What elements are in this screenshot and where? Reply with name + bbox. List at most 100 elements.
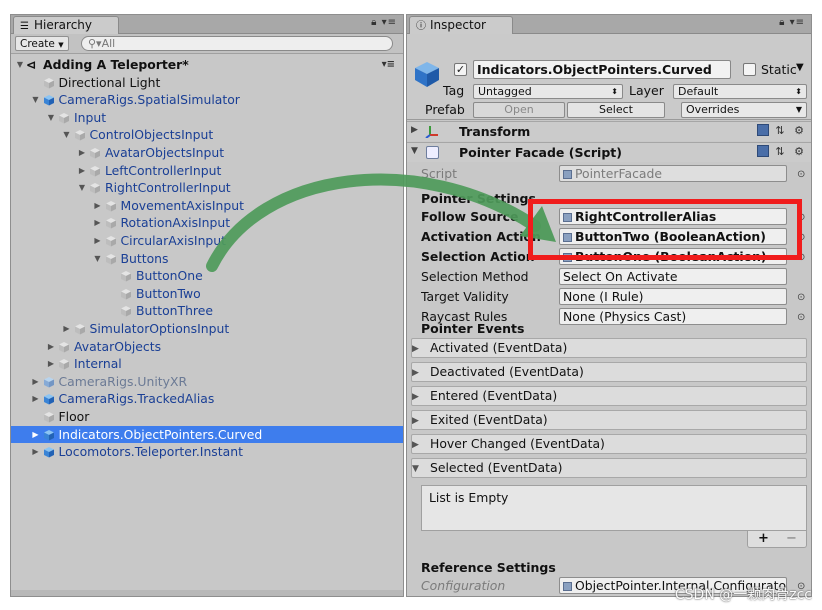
- gameobject-cube-icon: [105, 253, 116, 265]
- horizontal-scrollbar[interactable]: [11, 590, 403, 596]
- property-field[interactable]: Select On Activate: [559, 268, 787, 285]
- remove-button[interactable]: −: [786, 531, 797, 546]
- expanded-arrow-icon[interactable]: ▼: [31, 91, 41, 109]
- hierarchy-item[interactable]: ▶ CameraRigs.TrackedAlias: [11, 390, 403, 408]
- hierarchy-tab[interactable]: ☰ Hierarchy: [13, 16, 120, 34]
- prefab-open-button[interactable]: Open: [473, 102, 565, 118]
- object-picker-icon[interactable]: ⊙: [797, 309, 805, 327]
- expanded-arrow-icon[interactable]: ▼: [412, 460, 419, 478]
- presets-icon[interactable]: ⇅: [775, 124, 787, 137]
- hierarchy-item[interactable]: ▶ Internal: [11, 355, 403, 373]
- hierarchy-item[interactable]: ▼ CameraRigs.SpatialSimulator: [11, 91, 403, 109]
- collapsed-arrow-icon[interactable]: ▶: [62, 320, 72, 338]
- event-foldout[interactable]: ▶ Activated (EventData): [411, 338, 807, 358]
- collapsed-arrow-icon[interactable]: ▶: [31, 390, 41, 408]
- hierarchy-item[interactable]: ▶ LeftControllerInput: [11, 162, 403, 180]
- help-book-icon[interactable]: [756, 124, 769, 136]
- expanded-arrow-icon[interactable]: ▼: [62, 126, 72, 144]
- add-button[interactable]: +: [758, 531, 769, 546]
- hierarchy-item[interactable]: ▶ CircularAxisInput: [11, 232, 403, 250]
- hierarchy-item[interactable]: ▶ Indicators.ObjectPointers.Curved: [11, 425, 403, 444]
- object-picker-icon[interactable]: ⊙: [797, 166, 805, 184]
- expanded-arrow-icon[interactable]: ▼: [46, 109, 56, 127]
- object-name-field[interactable]: Indicators.ObjectPointers.Curved: [473, 60, 731, 79]
- hierarchy-item[interactable]: ▶ SimulatorOptionsInput: [11, 320, 403, 338]
- hierarchy-item-label: RotationAxisInput: [120, 215, 231, 231]
- prefab-select-button[interactable]: Select: [567, 102, 665, 118]
- hierarchy-item[interactable]: ▶ AvatarObjectsInput: [11, 144, 403, 162]
- hierarchy-item[interactable]: ▶ RotationAxisInput: [11, 214, 403, 232]
- hierarchy-item[interactable]: ▼ Input: [11, 109, 403, 127]
- hierarchy-item[interactable]: ButtonTwo: [11, 285, 403, 303]
- search-input[interactable]: ⚲▾All: [81, 36, 393, 51]
- collapsed-arrow-icon[interactable]: ▶: [77, 144, 87, 162]
- gameobject-cube-icon: [59, 341, 69, 353]
- collapsed-arrow-icon[interactable]: ▶: [31, 373, 41, 391]
- create-button[interactable]: Create ▼: [15, 36, 69, 51]
- expand-arrow-icon[interactable]: ▼: [411, 146, 418, 156]
- hierarchy-item[interactable]: ButtonThree: [11, 302, 403, 320]
- hierarchy-item[interactable]: ▼ ControlObjectsInput: [11, 126, 403, 144]
- collapsed-arrow-icon[interactable]: ▶: [412, 388, 419, 406]
- expanded-arrow-icon[interactable]: ▼: [77, 179, 87, 197]
- hierarchy-item[interactable]: ▼ Buttons: [11, 250, 403, 268]
- unity-scene-icon: ⊲: [26, 57, 37, 72]
- script-field[interactable]: PointerFacade: [559, 165, 787, 182]
- event-foldout[interactable]: ▶ Deactivated (EventData): [411, 362, 807, 382]
- static-dropdown-arrow[interactable]: ▼: [796, 62, 804, 73]
- prefab-overrides-dropdown[interactable]: Overrides ▼: [681, 102, 807, 118]
- collapsed-arrow-icon[interactable]: ▶: [93, 232, 103, 250]
- hierarchy-item[interactable]: ▶ Locomotors.Teleporter.Instant: [11, 443, 403, 461]
- hierarchy-item[interactable]: ▶ CameraRigs.UnityXR: [11, 373, 403, 391]
- hierarchy-item[interactable]: Directional Light: [11, 74, 403, 92]
- hierarchy-item-label: SimulatorOptionsInput: [89, 321, 230, 336]
- collapsed-arrow-icon[interactable]: ▶: [412, 436, 419, 454]
- layer-label: Layer: [629, 83, 664, 98]
- property-field[interactable]: None (Physics Cast): [559, 308, 787, 325]
- hierarchy-item-label: ControlObjectsInput: [89, 127, 214, 143]
- lock-icon[interactable]: 🔒︎: [779, 17, 785, 28]
- expanded-arrow-icon[interactable]: ▼: [93, 250, 103, 268]
- active-checkbox[interactable]: ✓: [454, 63, 467, 76]
- inspector-tab[interactable]: ⓘ Inspector: [409, 16, 513, 34]
- expanded-arrow-icon[interactable]: ▼: [15, 56, 25, 74]
- layer-dropdown[interactable]: Default ⬍: [673, 84, 807, 99]
- property-field[interactable]: None (I Rule): [559, 288, 787, 305]
- expand-arrow-icon[interactable]: ▶: [411, 125, 418, 135]
- collapsed-arrow-icon[interactable]: ▶: [412, 412, 419, 430]
- reference-settings-title: Reference Settings: [421, 560, 556, 575]
- hierarchy-item[interactable]: Floor: [11, 408, 403, 426]
- collapsed-arrow-icon[interactable]: ▶: [77, 162, 87, 180]
- collapsed-arrow-icon[interactable]: ▶: [46, 355, 56, 373]
- event-foldout[interactable]: ▶ Exited (EventData): [411, 410, 807, 430]
- hierarchy-item[interactable]: ▼ RightControllerInput: [11, 179, 403, 197]
- hierarchy-item-label: Floor: [58, 409, 90, 424]
- tab-menu-icon[interactable]: ▾≡: [382, 17, 397, 28]
- collapsed-arrow-icon[interactable]: ▶: [93, 197, 103, 215]
- object-picker-icon[interactable]: ⊙: [797, 289, 805, 307]
- collapsed-arrow-icon[interactable]: ▶: [31, 443, 41, 461]
- event-foldout[interactable]: ▶ Entered (EventData): [411, 386, 807, 406]
- collapsed-arrow-icon[interactable]: ▶: [412, 364, 419, 382]
- inspector-tab-menu[interactable]: 🔒︎ ▾≡: [779, 17, 805, 28]
- collapsed-arrow-icon[interactable]: ▶: [46, 338, 56, 356]
- event-foldout[interactable]: ▼ Selected (EventData): [411, 458, 807, 478]
- scene-row[interactable]: ▼ ⊲ Adding A Teleporter* ▾≡: [11, 56, 403, 74]
- hierarchy-tab-menu[interactable]: 🔒︎ ▾≡: [371, 17, 397, 28]
- hierarchy-item[interactable]: ▶ AvatarObjects: [11, 338, 403, 356]
- search-icon: ⚲▾: [88, 37, 102, 50]
- transform-component-header[interactable]: ▶ Transform ⇅ ⚙: [407, 121, 811, 141]
- gear-icon[interactable]: ⚙: [794, 124, 807, 137]
- hierarchy-item[interactable]: ButtonOne: [11, 267, 403, 285]
- lock-icon[interactable]: 🔒︎: [371, 17, 377, 28]
- event-foldout[interactable]: ▶ Hover Changed (EventData): [411, 434, 807, 454]
- hierarchy-item[interactable]: ▶ MovementAxisInput: [11, 197, 403, 215]
- transform-title: Transform: [459, 124, 531, 139]
- static-checkbox[interactable]: [743, 63, 756, 76]
- tab-menu-icon[interactable]: ▾≡: [790, 17, 805, 28]
- tag-dropdown[interactable]: Untagged ⬍: [473, 84, 623, 99]
- scene-menu-icon[interactable]: ▾≡: [382, 56, 395, 74]
- collapsed-arrow-icon[interactable]: ▶: [93, 214, 103, 232]
- collapsed-arrow-icon[interactable]: ▶: [31, 426, 41, 444]
- collapsed-arrow-icon[interactable]: ▶: [412, 340, 419, 358]
